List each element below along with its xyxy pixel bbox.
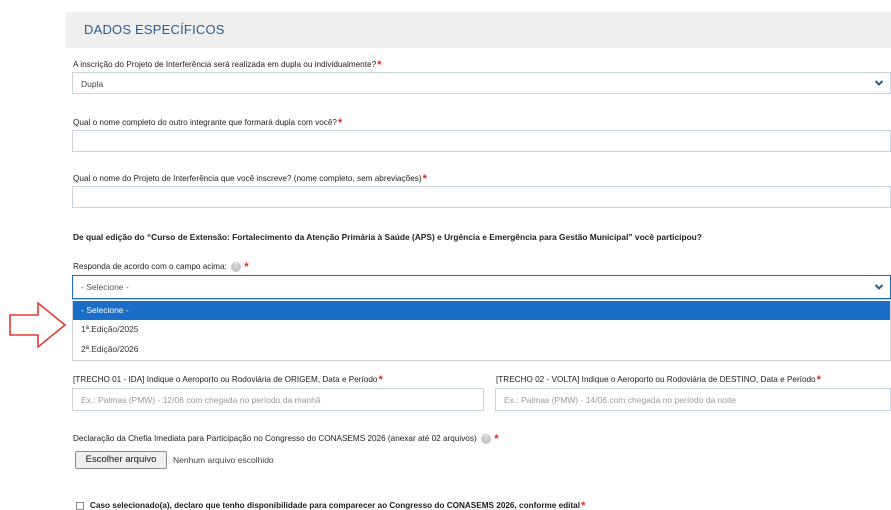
- q4-select-value: - Selecione -: [81, 282, 129, 292]
- q1-select-value: Dupla: [81, 79, 104, 89]
- q2-input[interactable]: [72, 130, 891, 152]
- trecho2-input[interactable]: Ex.: Palmas (PMW) - 14/06 com chegada no…: [495, 388, 891, 411]
- trecho1-label: [TRECHO 01 - IDA] Indique o Aeroporto ou…: [73, 373, 383, 386]
- chevron-down-icon: [874, 80, 884, 86]
- q3-label-text: Qual o nome do Projeto de Interferência …: [73, 174, 422, 183]
- file-status: Nenhum arquivo escolhido: [173, 455, 274, 465]
- agree-label-text: Caso selecionado(a), declaro que tenho d…: [90, 501, 581, 510]
- q3-label: Qual o nome do Projeto de Interferência …: [73, 172, 427, 185]
- q4-dropdown-list: - Selecione - 1ª.Edição/2025 2ª.Edição/2…: [72, 299, 891, 361]
- upload-label: Declaração da Chefia Imediata para Parti…: [73, 432, 499, 445]
- chevron-down-icon: [874, 284, 884, 290]
- q1-label-text: A inscrição do Projeto de Interferência …: [73, 60, 377, 69]
- required-mark: *: [494, 433, 499, 445]
- trecho1-placeholder: Ex.: Palmas (PMW) - 12/06 com chegada no…: [81, 395, 321, 405]
- q3-input[interactable]: [72, 186, 891, 208]
- q4-question: De qual edição do “Curso de Extensão: Fo…: [73, 232, 702, 242]
- q1-label: A inscrição do Projeto de Interferência …: [73, 58, 382, 71]
- trecho2-placeholder: Ex.: Palmas (PMW) - 14/06 com chegada no…: [504, 395, 736, 405]
- required-mark: *: [422, 173, 427, 185]
- required-mark: *: [581, 500, 586, 510]
- required-mark: *: [244, 261, 249, 273]
- trecho1-input[interactable]: Ex.: Palmas (PMW) - 12/06 com chegada no…: [72, 388, 484, 411]
- help-icon[interactable]: ?: [480, 433, 491, 444]
- arrow-pointer-icon: [9, 301, 67, 349]
- q2-label: Qual o nome completo do outro integrante…: [73, 116, 343, 129]
- dropdown-option-edicao-2026[interactable]: 2ª.Edição/2026: [73, 340, 890, 359]
- required-mark: *: [816, 374, 821, 386]
- q4-label-text: Responda de acordo com o campo acima:: [73, 262, 227, 271]
- trecho2-label-text: [TRECHO 02 - VOLTA] Indique o Aeroporto …: [496, 375, 816, 384]
- choose-file-button[interactable]: Escolher arquivo: [75, 451, 167, 469]
- dropdown-option-edicao-2025[interactable]: 1ª.Edição/2025: [73, 320, 890, 339]
- q4-label: Responda de acordo com o campo acima: ? …: [73, 260, 249, 273]
- required-mark: *: [337, 117, 343, 129]
- section-header: DADOS ESPECÍFICOS: [66, 12, 891, 48]
- upload-label-text: Declaração da Chefia Imediata para Parti…: [73, 434, 477, 443]
- q4-select[interactable]: - Selecione -: [72, 275, 891, 299]
- dropdown-option-selecione[interactable]: - Selecione -: [73, 301, 890, 320]
- section-title: DADOS ESPECÍFICOS: [84, 22, 225, 37]
- required-mark: *: [378, 374, 383, 386]
- trecho1-label-text: [TRECHO 01 - IDA] Indique o Aeroporto ou…: [73, 375, 378, 384]
- required-mark: *: [377, 59, 382, 71]
- help-icon[interactable]: ?: [231, 261, 242, 272]
- q1-select[interactable]: Dupla: [72, 72, 891, 94]
- agree-label: Caso selecionado(a), declaro que tenho d…: [90, 499, 585, 510]
- agree-checkbox[interactable]: [76, 502, 84, 510]
- q2-label-text: Qual o nome completo do outro integrante…: [73, 118, 337, 127]
- trecho2-label: [TRECHO 02 - VOLTA] Indique o Aeroporto …: [496, 373, 821, 386]
